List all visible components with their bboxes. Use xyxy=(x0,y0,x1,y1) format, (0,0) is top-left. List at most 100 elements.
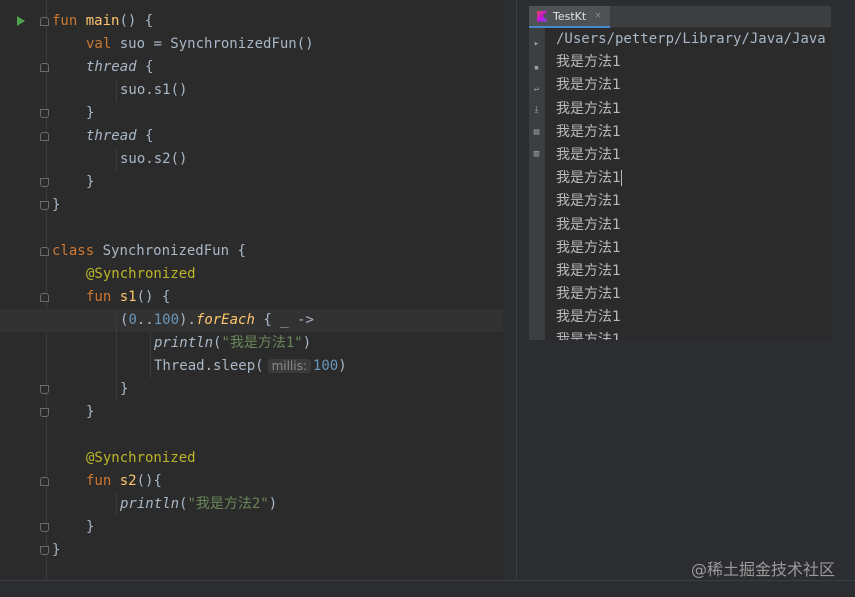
stop-icon[interactable]: ▪ xyxy=(532,64,541,73)
function-name: s2 xyxy=(119,473,137,489)
function-call: thread xyxy=(86,128,137,144)
divider-edge xyxy=(516,0,517,580)
code-line[interactable]: @Synchronized xyxy=(52,263,503,286)
run-tab-testkt[interactable]: TestKt × xyxy=(529,6,610,28)
fold-toggle-icon[interactable] xyxy=(40,523,49,532)
console-output[interactable]: /Users/petterp/Library/Java/Java 我是方法1 我是… xyxy=(545,28,831,340)
code-token: Thread.sleep( xyxy=(154,358,264,374)
code-text: @Synchronized xyxy=(52,266,196,282)
rerun-icon[interactable]: ▸ xyxy=(532,40,541,49)
code-line[interactable]: suo.s2() xyxy=(52,148,503,171)
code-line[interactable]: } xyxy=(52,378,503,401)
console-output-line: 我是方法1 xyxy=(556,170,622,187)
code-token: suo.s2() xyxy=(120,151,188,167)
keyword: fun xyxy=(52,13,78,29)
code-line[interactable]: class SynchronizedFun { xyxy=(52,240,503,263)
code-line[interactable]: (0..100).forEach { _ -> xyxy=(0,309,503,332)
code-line[interactable]: } xyxy=(52,539,503,562)
code-text: suo.s1() xyxy=(52,82,187,98)
code-text: } xyxy=(52,197,60,213)
fold-toggle-icon[interactable] xyxy=(40,132,49,141)
string-literal: "我是方法2" xyxy=(187,496,269,512)
soft-wrap-icon[interactable]: ↩ xyxy=(532,86,541,95)
code-token: } xyxy=(86,174,95,190)
code-editor[interactable]: fun main() { val suo = SynchronizedFun() t… xyxy=(0,0,503,580)
code-line[interactable] xyxy=(52,217,503,240)
string-literal: "我是方法1" xyxy=(221,335,303,351)
code-line[interactable]: } xyxy=(52,171,503,194)
code-text: } xyxy=(52,404,94,420)
code-text: val suo = SynchronizedFun() xyxy=(52,36,314,52)
annotation: @Synchronized xyxy=(86,266,196,282)
code-text: } xyxy=(52,105,94,121)
panel-divider[interactable] xyxy=(503,0,517,580)
code-token: { xyxy=(136,59,154,75)
indent-guide xyxy=(116,148,117,171)
code-text: } xyxy=(52,519,94,535)
code-line[interactable]: println("我是方法2") xyxy=(52,493,503,516)
console-output-list: 我是方法1 我是方法1 我是方法1 我是方法1 我是方法1 我是方法1 我是方法1 我是方法1… xyxy=(556,51,831,340)
fold-toggle-icon[interactable] xyxy=(40,477,49,486)
console-output-line: 我是方法1 xyxy=(556,100,621,117)
code-text: (0..100).forEach { _ -> xyxy=(52,312,314,328)
console-output-line: 我是方法1 xyxy=(556,309,621,326)
code-line[interactable]: suo.s1() xyxy=(52,79,503,102)
code-line[interactable]: fun s2(){ xyxy=(52,470,503,493)
trash-icon[interactable]: ▥ xyxy=(532,150,541,159)
fold-toggle-icon[interactable] xyxy=(40,63,49,72)
console-output-line: 我是方法1 xyxy=(556,329,831,340)
code-lines[interactable]: fun main() { val suo = SynchronizedFun() t… xyxy=(0,10,503,562)
function-call: println xyxy=(120,496,180,512)
code-line[interactable]: } xyxy=(52,401,503,424)
number-literal: 100 xyxy=(312,358,339,374)
close-icon[interactable]: × xyxy=(594,11,602,21)
code-token: } xyxy=(52,542,61,558)
function-call: println xyxy=(154,335,214,351)
console-output-line: 我是方法1 xyxy=(556,286,621,303)
code-line[interactable] xyxy=(52,424,503,447)
fold-toggle-icon[interactable] xyxy=(40,293,49,302)
run-gutter-icon[interactable] xyxy=(17,16,25,26)
console-path-line: /Users/petterp/Library/Java/Java xyxy=(556,31,826,47)
editor-gutter xyxy=(0,0,49,580)
code-token: ) xyxy=(268,496,278,512)
code-line[interactable]: } xyxy=(52,194,503,217)
code-line[interactable]: } xyxy=(52,102,503,125)
code-token: ). xyxy=(179,312,196,328)
annotation: @Synchronized xyxy=(86,450,196,466)
code-line[interactable]: fun s1() { xyxy=(52,286,503,309)
code-token: } xyxy=(120,381,129,397)
code-token: () { xyxy=(119,13,154,29)
fold-toggle-icon[interactable] xyxy=(40,546,49,555)
parameter-hint: millis: xyxy=(267,359,311,373)
console-output-line: 我是方法1 xyxy=(556,193,621,210)
code-line[interactable]: thread { xyxy=(52,56,503,79)
code-token: } xyxy=(86,404,95,420)
code-text: println("我是方法2") xyxy=(52,496,277,512)
indent-guide xyxy=(150,355,151,378)
code-line[interactable]: @Synchronized xyxy=(52,447,503,470)
fold-toggle-icon[interactable] xyxy=(40,17,49,26)
fold-toggle-icon[interactable] xyxy=(40,247,49,256)
code-text: } xyxy=(52,542,60,558)
code-token: { _ -> xyxy=(254,312,314,328)
code-line[interactable]: Thread.sleep(millis: 100) xyxy=(52,355,503,378)
fold-toggle-icon[interactable] xyxy=(40,201,49,210)
fold-toggle-icon[interactable] xyxy=(40,385,49,394)
fold-toggle-icon[interactable] xyxy=(40,109,49,118)
run-tab-bar: TestKt × xyxy=(529,6,831,28)
code-token: ) xyxy=(302,335,312,351)
fold-toggle-icon[interactable] xyxy=(40,178,49,187)
code-token: { xyxy=(136,128,154,144)
code-line[interactable]: fun main() { xyxy=(52,10,503,33)
code-token: } xyxy=(86,519,95,535)
code-line[interactable]: } xyxy=(52,516,503,539)
code-line[interactable]: println("我是方法1") xyxy=(52,332,503,355)
code-line[interactable]: val suo = SynchronizedFun() xyxy=(52,33,503,56)
scroll-end-icon[interactable]: ⤓ xyxy=(532,106,541,115)
code-text: Thread.sleep(millis: 100) xyxy=(52,358,347,374)
fold-toggle-icon[interactable] xyxy=(40,408,49,417)
print-icon[interactable]: ▤ xyxy=(532,128,541,137)
code-line[interactable]: thread { xyxy=(52,125,503,148)
code-token: ) xyxy=(338,358,347,374)
